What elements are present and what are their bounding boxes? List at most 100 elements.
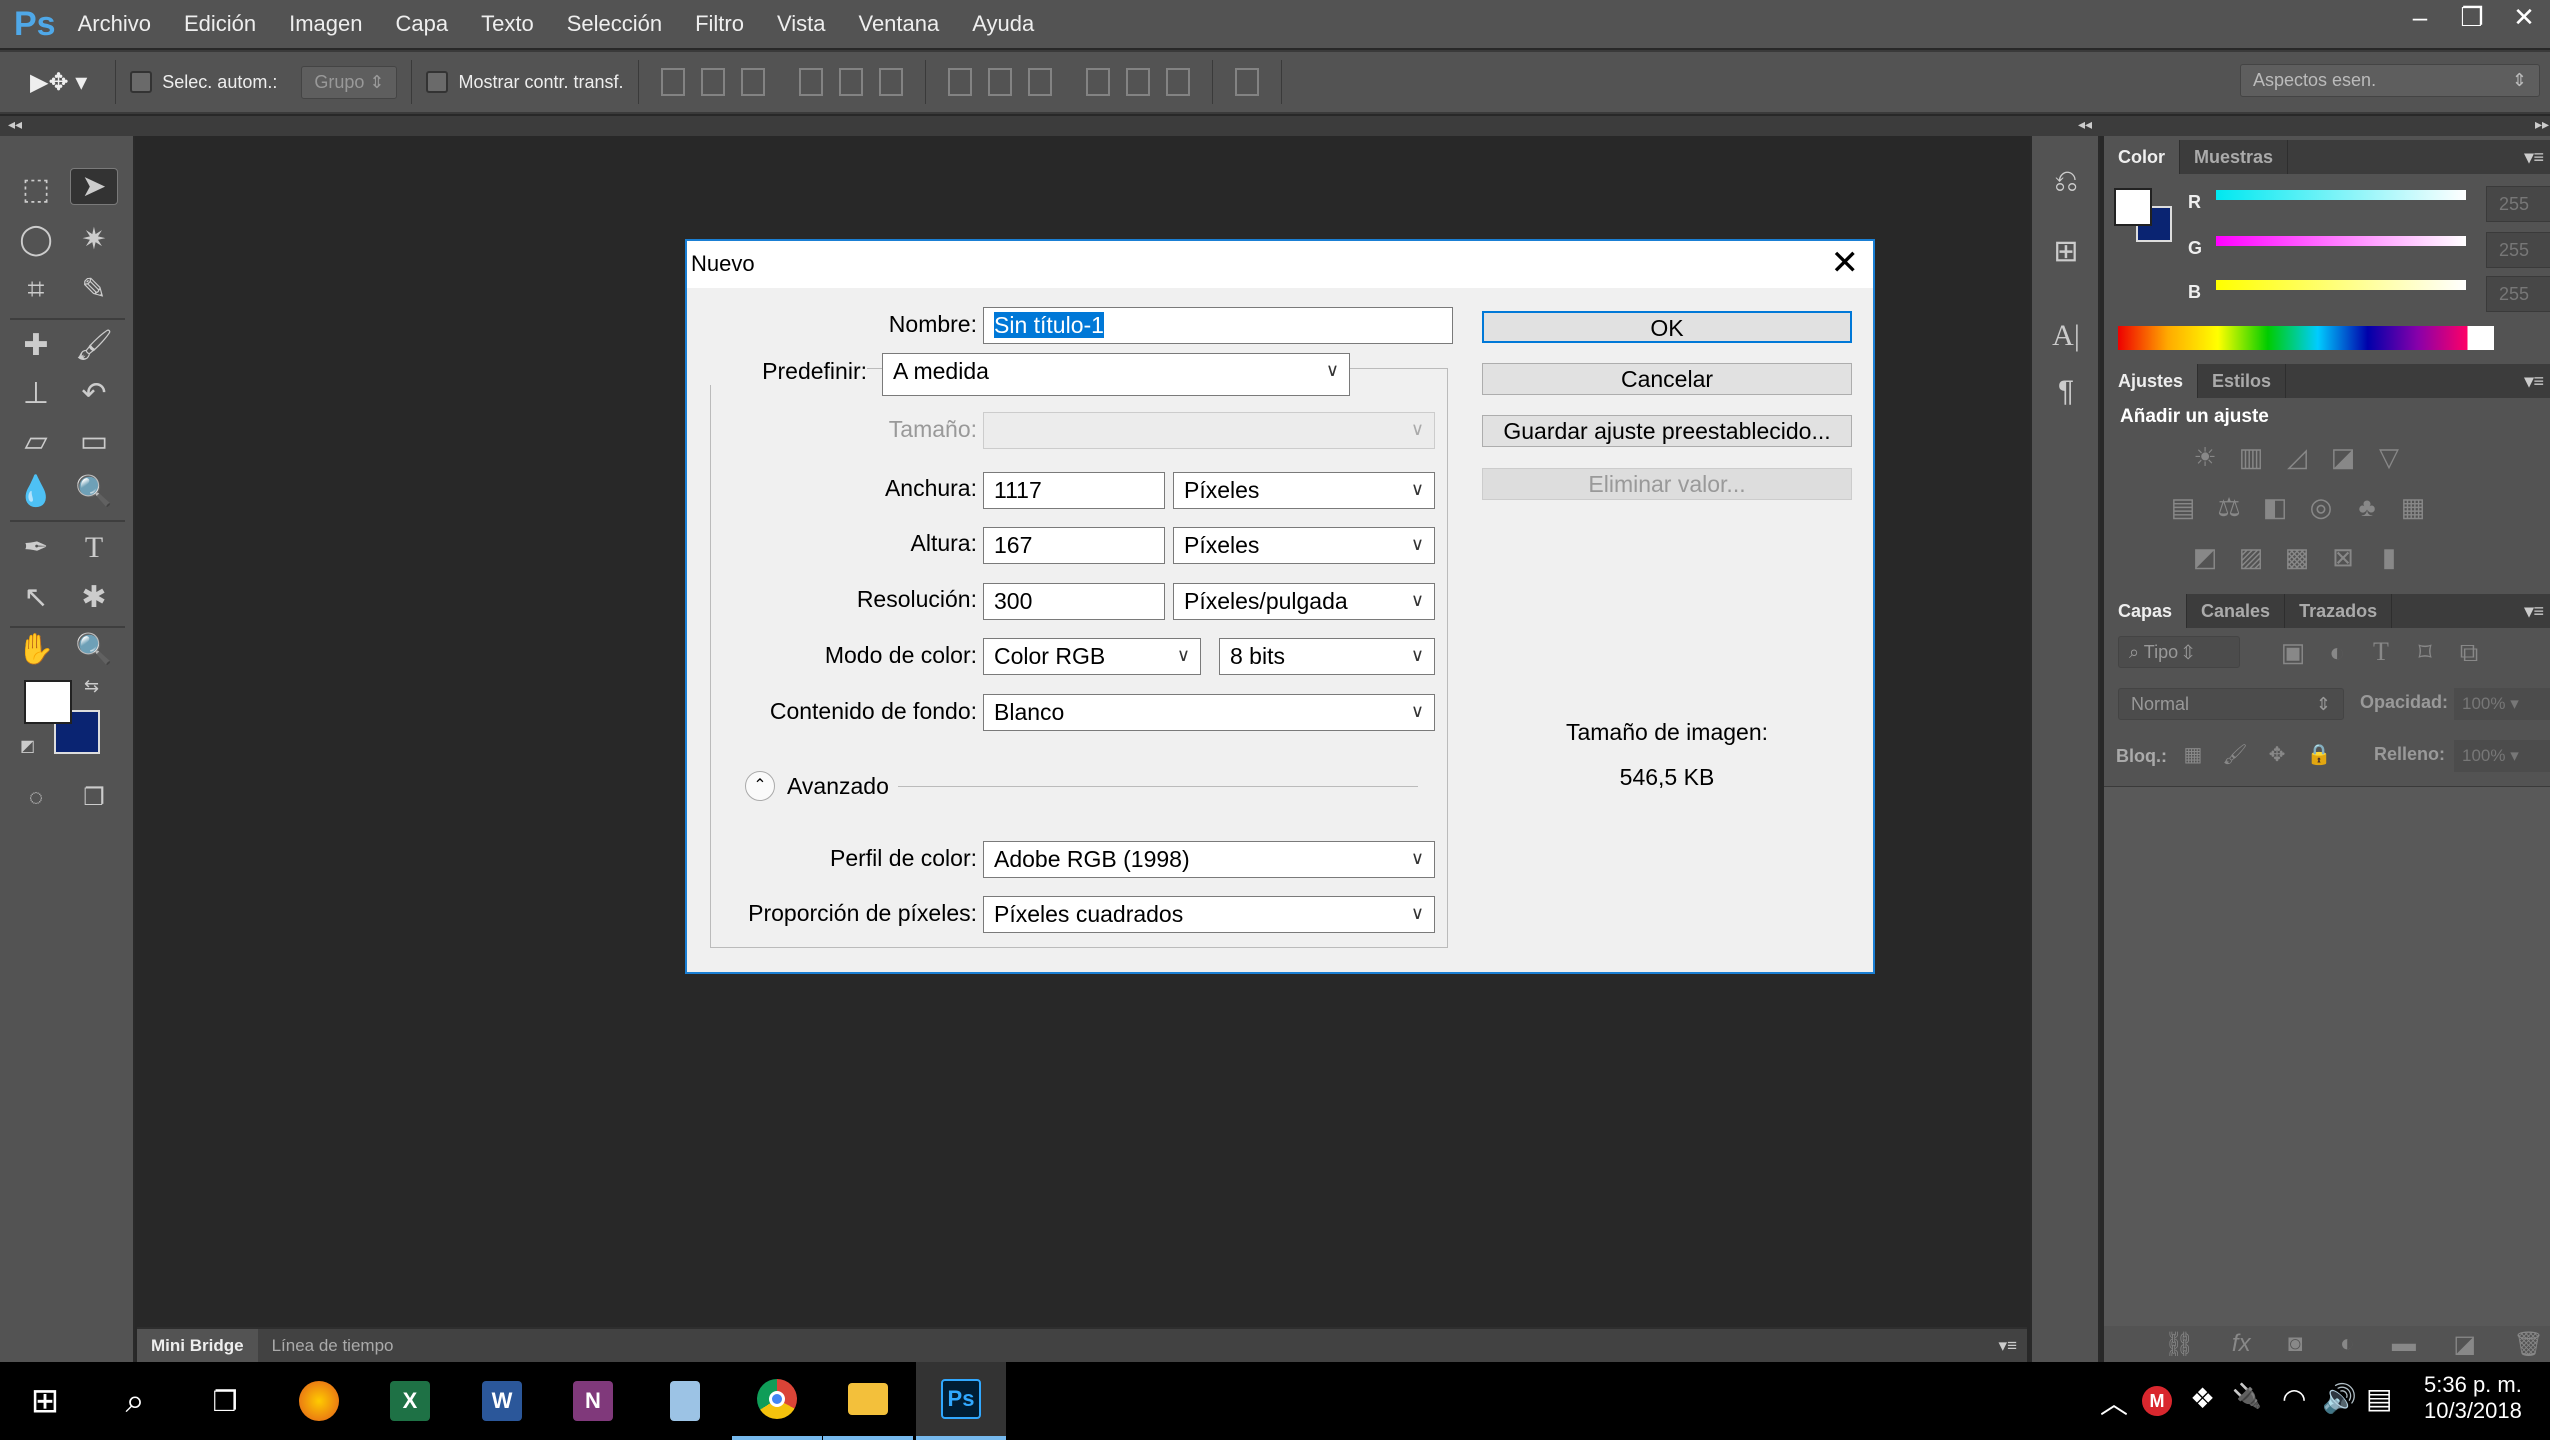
auto-align-icon[interactable] xyxy=(1234,68,1259,96)
properties-panel-icon[interactable]: ⊞ xyxy=(2044,230,2088,274)
name-input[interactable]: Sin título-1 xyxy=(983,307,1453,344)
black-white-icon[interactable]: ◧ xyxy=(2258,492,2292,522)
cancel-button[interactable]: Cancelar xyxy=(1482,363,1852,395)
ok-button[interactable]: OK xyxy=(1482,311,1852,343)
tab-layers[interactable]: Capas xyxy=(2104,594,2188,628)
opacity-field[interactable]: 100% ▾ xyxy=(2454,688,2550,720)
tab-timeline[interactable]: Línea de tiempo xyxy=(258,1336,408,1356)
height-input[interactable]: 167 xyxy=(983,527,1165,564)
collapse-dock-icon[interactable]: ◂◂ xyxy=(2078,116,2092,133)
task-view-icon[interactable]: ❐ xyxy=(180,1362,270,1440)
delete-layer-icon[interactable]: 🗑 xyxy=(2513,1330,2543,1359)
tab-color[interactable]: Color xyxy=(2104,140,2180,174)
brush-tool-icon[interactable]: 🖌 xyxy=(70,324,118,368)
mega-icon[interactable]: M xyxy=(2142,1386,2172,1416)
hand-tool-icon[interactable]: ✋ xyxy=(12,628,60,672)
distribute-vcenter-icon[interactable] xyxy=(987,68,1012,96)
move-tool-preset-icon[interactable]: ▶✥ ▾ xyxy=(30,68,87,97)
crop-tool-icon[interactable]: ⌗ xyxy=(12,268,60,312)
align-right-icon[interactable] xyxy=(878,68,903,96)
fill-field[interactable]: 100% ▾ xyxy=(2454,740,2550,772)
taskbar-chrome[interactable] xyxy=(732,1362,822,1440)
path-selection-tool-icon[interactable]: ↖ xyxy=(12,576,60,620)
advanced-toggle-icon[interactable]: ⌃ xyxy=(745,771,775,801)
eyedropper-tool-icon[interactable]: ✎ xyxy=(70,268,118,312)
blue-value[interactable]: 255 xyxy=(2486,276,2550,312)
auto-select-dropdown[interactable]: Grupo ⇕ xyxy=(301,65,398,99)
gradient-tool-icon[interactable]: ▭ xyxy=(70,420,118,464)
start-button[interactable]: ⊞ xyxy=(0,1362,90,1440)
pen-tool-icon[interactable]: ✒ xyxy=(12,526,60,570)
taskbar-word[interactable]: W xyxy=(457,1362,547,1440)
filter-smart-object-icon[interactable]: ⧉ xyxy=(2452,637,2486,667)
align-left-icon[interactable] xyxy=(798,68,823,96)
tab-mini-bridge[interactable]: Mini Bridge xyxy=(137,1329,258,1362)
auto-select-checkbox[interactable] xyxy=(130,71,153,93)
minimize-button[interactable]: – xyxy=(2394,0,2446,36)
taskbar-excel[interactable]: X xyxy=(365,1362,455,1440)
color-mode-select[interactable]: Color RGB ∨ xyxy=(983,638,1201,675)
blend-mode-dropdown[interactable]: Normal ⇕ xyxy=(2118,688,2344,720)
tab-styles[interactable]: Estilos xyxy=(2198,364,2287,398)
levels-icon[interactable]: ▥ xyxy=(2234,442,2268,472)
gradient-map-icon[interactable]: ▮ xyxy=(2372,542,2406,572)
filter-shape-icon[interactable]: ⌑ xyxy=(2408,637,2442,667)
workspace-dropdown[interactable]: Aspectos esen. ⇕ xyxy=(2240,64,2540,97)
width-input[interactable]: 1117 xyxy=(983,472,1165,509)
menu-imagen[interactable]: Imagen xyxy=(289,11,362,37)
width-unit-select[interactable]: Píxeles ∨ xyxy=(1173,472,1435,509)
size-select[interactable]: ∨ xyxy=(983,412,1435,449)
search-icon[interactable]: ⌕ xyxy=(90,1362,180,1440)
align-top-icon[interactable] xyxy=(660,68,685,96)
distribute-right-icon[interactable] xyxy=(1165,68,1190,96)
dialog-close-button[interactable]: ✕ xyxy=(1831,243,1860,283)
menu-archivo[interactable]: Archivo xyxy=(78,11,151,37)
bit-depth-select[interactable]: 8 bits ∨ xyxy=(1219,638,1435,675)
lock-transparent-icon[interactable]: ▦ xyxy=(2176,740,2210,770)
background-contents-select[interactable]: Blanco ∨ xyxy=(983,694,1435,731)
close-window-button[interactable]: ✕ xyxy=(2498,0,2550,36)
menu-capa[interactable]: Capa xyxy=(396,11,449,37)
dodge-tool-icon[interactable]: 🔍 xyxy=(70,470,118,514)
vibrance-icon[interactable]: ▽ xyxy=(2372,442,2406,472)
hue-saturation-icon[interactable]: ▤ xyxy=(2166,492,2200,522)
new-layer-icon[interactable]: ◪ xyxy=(2453,1330,2476,1359)
layer-filter-dropdown[interactable]: ⌕ Tipo ⇕ xyxy=(2118,636,2240,668)
add-mask-icon[interactable]: ◙ xyxy=(2288,1330,2303,1359)
taskbar-calculator[interactable] xyxy=(640,1362,730,1440)
color-spectrum-ramp[interactable] xyxy=(2118,326,2494,350)
swap-colors-icon[interactable]: ⇆ xyxy=(84,676,99,697)
clock[interactable]: 5:36 p. m. 10/3/2018 xyxy=(2424,1372,2522,1424)
battery-icon[interactable]: 🔌 xyxy=(2232,1382,2262,1411)
align-hcenter-icon[interactable] xyxy=(838,68,863,96)
taskbar-firefox[interactable] xyxy=(274,1362,364,1440)
delete-preset-button[interactable]: Eliminar valor... xyxy=(1482,468,1852,500)
height-unit-select[interactable]: Píxeles ∨ xyxy=(1173,527,1435,564)
magic-wand-tool-icon[interactable]: ✷ xyxy=(70,218,118,262)
screen-mode-icon[interactable]: ❐ xyxy=(70,776,118,820)
threshold-icon[interactable]: ▩ xyxy=(2280,542,2314,572)
zoom-tool-icon[interactable]: 🔍 xyxy=(70,628,118,672)
taskbar-photoshop[interactable]: Ps xyxy=(916,1362,1006,1440)
curves-icon[interactable]: ◿ xyxy=(2280,442,2314,472)
tab-adjustments[interactable]: Ajustes xyxy=(2104,364,2199,398)
new-adjustment-layer-icon[interactable]: ◐ xyxy=(2340,1330,2355,1359)
color-panel-foreground[interactable] xyxy=(2114,188,2152,226)
show-hidden-icons[interactable]: ︿ xyxy=(2100,1382,2128,1422)
history-brush-tool-icon[interactable]: ↶ xyxy=(70,372,118,416)
channel-mixer-icon[interactable]: ♣ xyxy=(2350,492,2384,522)
filter-adjustment-icon[interactable]: ◐ xyxy=(2320,637,2354,667)
menu-edicion[interactable]: Edición xyxy=(184,11,256,37)
lock-position-icon[interactable]: ✥ xyxy=(2260,740,2294,770)
taskbar-onenote[interactable]: N xyxy=(548,1362,638,1440)
eraser-tool-icon[interactable]: ▱ xyxy=(12,420,60,464)
color-profile-select[interactable]: Adobe RGB (1998) ∨ xyxy=(983,841,1435,878)
posterize-icon[interactable]: ▨ xyxy=(2234,542,2268,572)
distribute-left-icon[interactable] xyxy=(1085,68,1110,96)
tab-swatches[interactable]: Muestras xyxy=(2180,140,2289,174)
taskbar-file-explorer[interactable] xyxy=(823,1362,913,1440)
menu-vista[interactable]: Vista xyxy=(777,11,826,37)
exposure-icon[interactable]: ◪ xyxy=(2326,442,2360,472)
blur-tool-icon[interactable]: 💧 xyxy=(12,470,60,514)
align-bottom-icon[interactable] xyxy=(740,68,765,96)
